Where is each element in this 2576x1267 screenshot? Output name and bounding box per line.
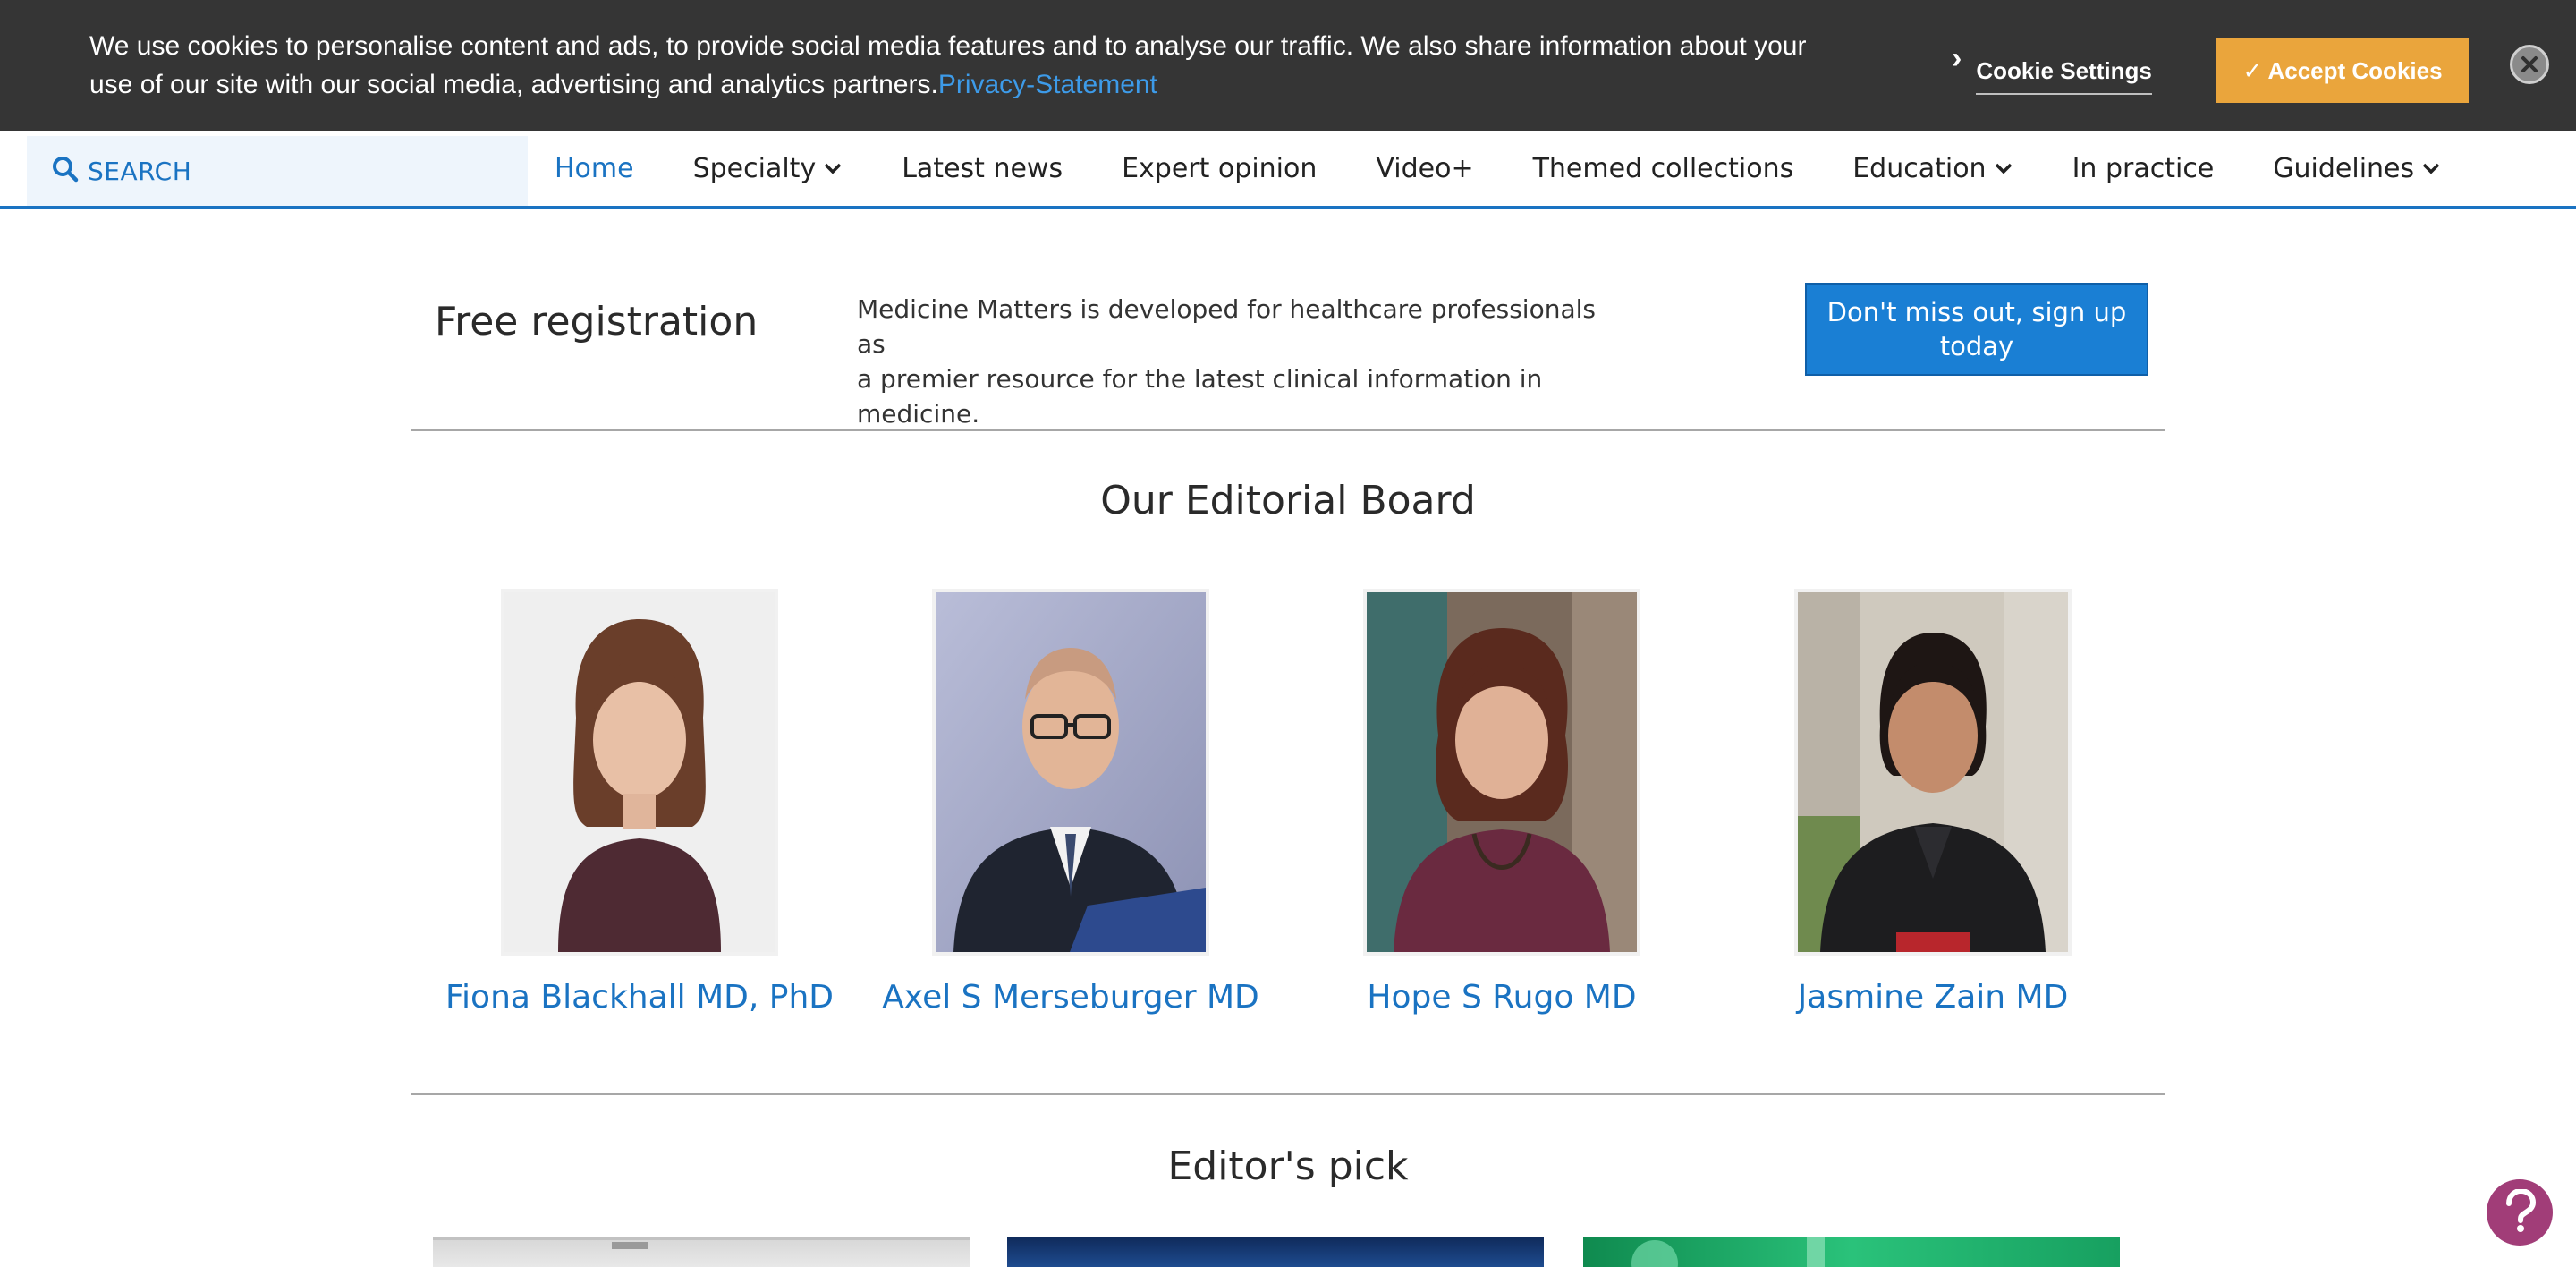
accept-cookies-button[interactable]: ✓ Accept Cookies [2216,38,2469,103]
cookie-banner-text: We use cookies to personalise content an… [89,27,1816,104]
member-name-link[interactable]: Fiona Blackhall MD, PhD [424,979,855,1016]
section-divider [411,1093,2165,1095]
editors-pick-thumbnail[interactable] [1583,1237,2120,1267]
nav-item-label: Expert opinion [1122,152,1318,184]
nav-item-video-plus[interactable]: Video+ [1376,153,1473,184]
main-navigation: SEARCH Home Specialty Latest news Expert… [0,131,2576,209]
search-button[interactable]: SEARCH [27,136,528,206]
member-photo[interactable] [1363,589,1640,956]
cookie-banner: We use cookies to personalise content an… [0,0,2576,131]
nav-item-label: In practice [2072,152,2215,184]
editorial-board-title: Our Editorial Board [1100,478,1476,523]
member-name-link[interactable]: Axel S Merseburger MD [855,979,1286,1016]
cookie-settings-button[interactable]: › Cookie Settings [1952,41,2152,95]
nav-item-label: Home [555,152,634,184]
help-button[interactable] [2487,1179,2553,1246]
chevron-down-icon [2421,162,2441,174]
editors-pick-thumbnail[interactable] [433,1237,970,1267]
search-label: SEARCH [88,156,192,186]
nav-item-guidelines[interactable]: Guidelines [2273,153,2441,184]
nav-menu: Home Specialty Latest news Expert opinio… [555,131,2500,206]
nav-item-label: Specialty [692,152,817,184]
nav-item-latest-news[interactable]: Latest news [902,153,1063,184]
section-divider [411,429,2165,431]
member-name-link[interactable]: Jasmine Zain MD [1717,979,2148,1016]
question-mark-icon [2502,1187,2538,1237]
member-photo[interactable] [501,589,778,956]
chevron-down-icon [823,162,843,174]
signup-button[interactable]: Don't miss out, sign up today [1805,283,2148,376]
nav-item-label: Latest news [902,152,1063,184]
registration-description-line: Medicine Matters is developed for health… [857,294,1596,359]
member-photo[interactable] [932,589,1209,956]
editors-pick-thumbnail[interactable] [1007,1237,1544,1267]
editors-pick-title: Editor's pick [1167,1144,1409,1189]
nav-item-expert-opinion[interactable]: Expert opinion [1122,153,1317,184]
editorial-board: Fiona Blackhall MD, PhD Axel S Merseburg… [0,589,2576,1036]
nav-item-label: Education [1852,152,1987,184]
registration-description: Medicine Matters is developed for health… [857,292,1626,431]
nav-item-themed-collections[interactable]: Themed collections [1533,153,1794,184]
nav-item-specialty[interactable]: Specialty [693,153,843,184]
nav-item-label: Themed collections [1532,152,1794,184]
cookie-settings-label: Cookie Settings [1976,48,2152,95]
registration-description-line: a premier resource for the latest clinic… [857,364,1543,429]
privacy-statement-link[interactable]: Privacy-Statement [938,70,1157,99]
chevron-down-icon [1994,162,2013,174]
nav-item-home[interactable]: Home [555,153,634,184]
member-photo[interactable] [1794,589,2072,956]
member-name-link[interactable]: Hope S Rugo MD [1286,979,1717,1016]
nav-item-education[interactable]: Education [1852,153,2012,184]
close-icon[interactable] [2510,45,2549,84]
nav-item-in-practice[interactable]: In practice [2072,153,2215,184]
nav-item-label: Guidelines [2273,152,2415,184]
search-icon [52,156,79,187]
chevron-right-icon: › [1952,41,1962,75]
nav-item-label: Video+ [1376,152,1474,184]
registration-title: Free registration [435,299,758,344]
